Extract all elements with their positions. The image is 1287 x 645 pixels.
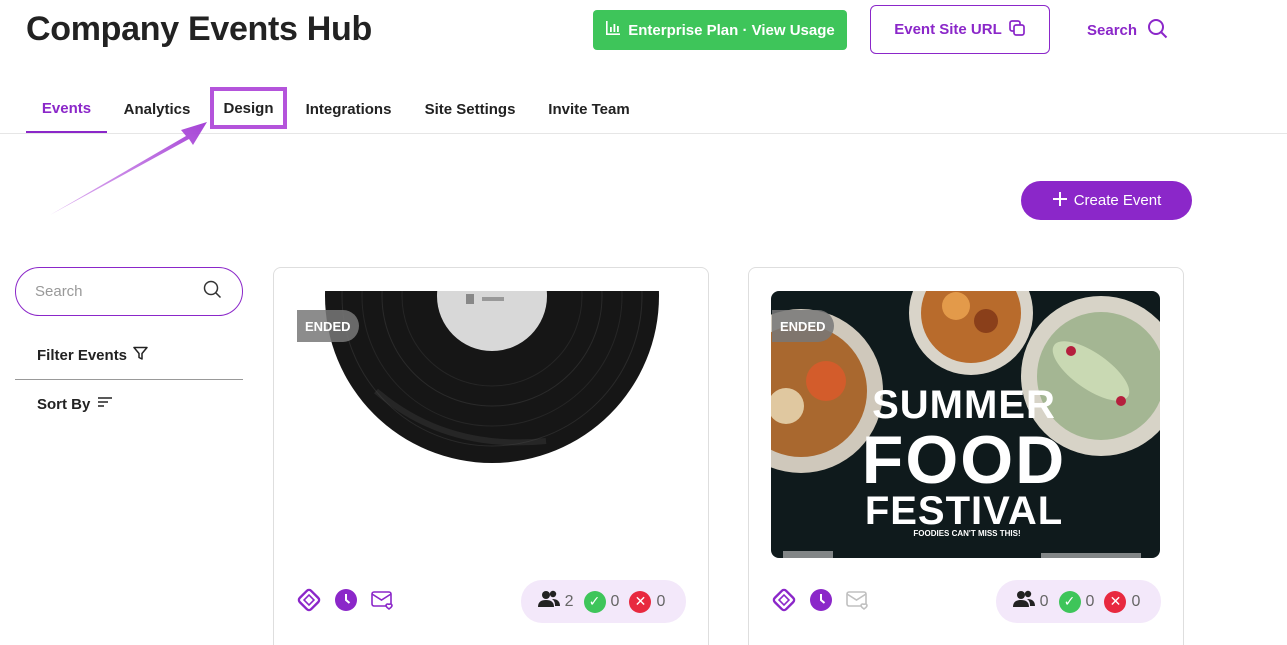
event-card-icons: [296, 587, 396, 618]
attendees-count: 2: [564, 592, 574, 610]
search-placeholder: Search: [35, 283, 83, 300]
ticket-icon[interactable]: [296, 587, 322, 618]
create-event-label: Create Event: [1073, 192, 1162, 209]
tab-integrations[interactable]: Integrations: [299, 85, 398, 133]
festival-title-line3: FESTIVAL: [865, 489, 1063, 533]
filter-icon: [133, 346, 148, 365]
tab-invite-team[interactable]: Invite Team: [541, 85, 637, 133]
accepted-stat: ✓ 0: [583, 590, 620, 613]
attendees-stat: 2: [537, 590, 574, 613]
filter-events-label: Filter Events: [37, 347, 128, 364]
sidebar-divider: [15, 379, 243, 380]
copy-icon: [1008, 19, 1026, 41]
attendees-stat: 0: [1012, 590, 1049, 613]
attendance-stats: 0 ✓ 0 ✕ 0: [996, 580, 1161, 623]
accepted-count: 0: [1085, 592, 1095, 610]
event-card[interactable]: ENDED 2 ✓ 0 ✕ 0: [273, 267, 709, 645]
x-icon: ✕: [1104, 590, 1127, 613]
tab-site-settings[interactable]: Site Settings: [418, 85, 522, 133]
header-search-button[interactable]: Search: [1087, 18, 1168, 42]
plus-icon: [1052, 191, 1068, 211]
people-icon: [1012, 590, 1035, 613]
mail-heart-icon[interactable]: [370, 588, 396, 617]
declined-count: 0: [656, 592, 666, 610]
event-search-input[interactable]: Search: [15, 267, 243, 316]
event-site-url-label: Event Site URL: [894, 21, 1002, 38]
festival-title-line1: SUMMER: [872, 383, 1056, 427]
declined-stat: ✕ 0: [1104, 590, 1141, 613]
status-badge: ENDED: [297, 310, 359, 342]
sort-by-button[interactable]: Sort By: [37, 395, 113, 413]
search-icon: [1147, 18, 1168, 43]
enterprise-plan-label: Enterprise Plan · View Usage: [628, 21, 835, 39]
header-search-label: Search: [1087, 21, 1138, 39]
bar-chart-icon: [605, 20, 621, 40]
attendees-count: 0: [1039, 592, 1049, 610]
filter-events-button[interactable]: Filter Events: [37, 346, 148, 365]
sort-icon: [97, 395, 113, 413]
create-event-button[interactable]: Create Event: [1021, 181, 1192, 220]
people-icon: [537, 590, 560, 613]
x-icon: ✕: [629, 590, 652, 613]
check-icon: ✓: [583, 590, 606, 613]
annotation-arrow: [50, 122, 207, 215]
clock-icon[interactable]: [334, 588, 358, 617]
check-icon: ✓: [1058, 590, 1081, 613]
attendance-stats: 2 ✓ 0 ✕ 0: [521, 580, 686, 623]
clock-icon[interactable]: [809, 588, 833, 617]
declined-stat: ✕ 0: [629, 590, 666, 613]
search-icon: [203, 280, 222, 304]
accepted-stat: ✓ 0: [1058, 590, 1095, 613]
event-card[interactable]: SUMMER FOOD FESTIVAL FOODIES CAN'T MISS …: [748, 267, 1184, 645]
mail-heart-icon[interactable]: [845, 588, 871, 617]
festival-tagline: FOODIES CAN'T MISS THIS!: [913, 529, 1020, 538]
declined-count: 0: [1131, 592, 1141, 610]
status-badge: ENDED: [772, 310, 834, 342]
event-site-url-button[interactable]: Event Site URL: [870, 5, 1050, 54]
accepted-count: 0: [610, 592, 620, 610]
festival-title-line2: FOOD: [862, 422, 1066, 498]
event-card-icons: [771, 587, 871, 618]
sort-by-label: Sort By: [37, 395, 91, 413]
enterprise-plan-button[interactable]: Enterprise Plan · View Usage: [593, 10, 847, 50]
ticket-icon[interactable]: [771, 587, 797, 618]
